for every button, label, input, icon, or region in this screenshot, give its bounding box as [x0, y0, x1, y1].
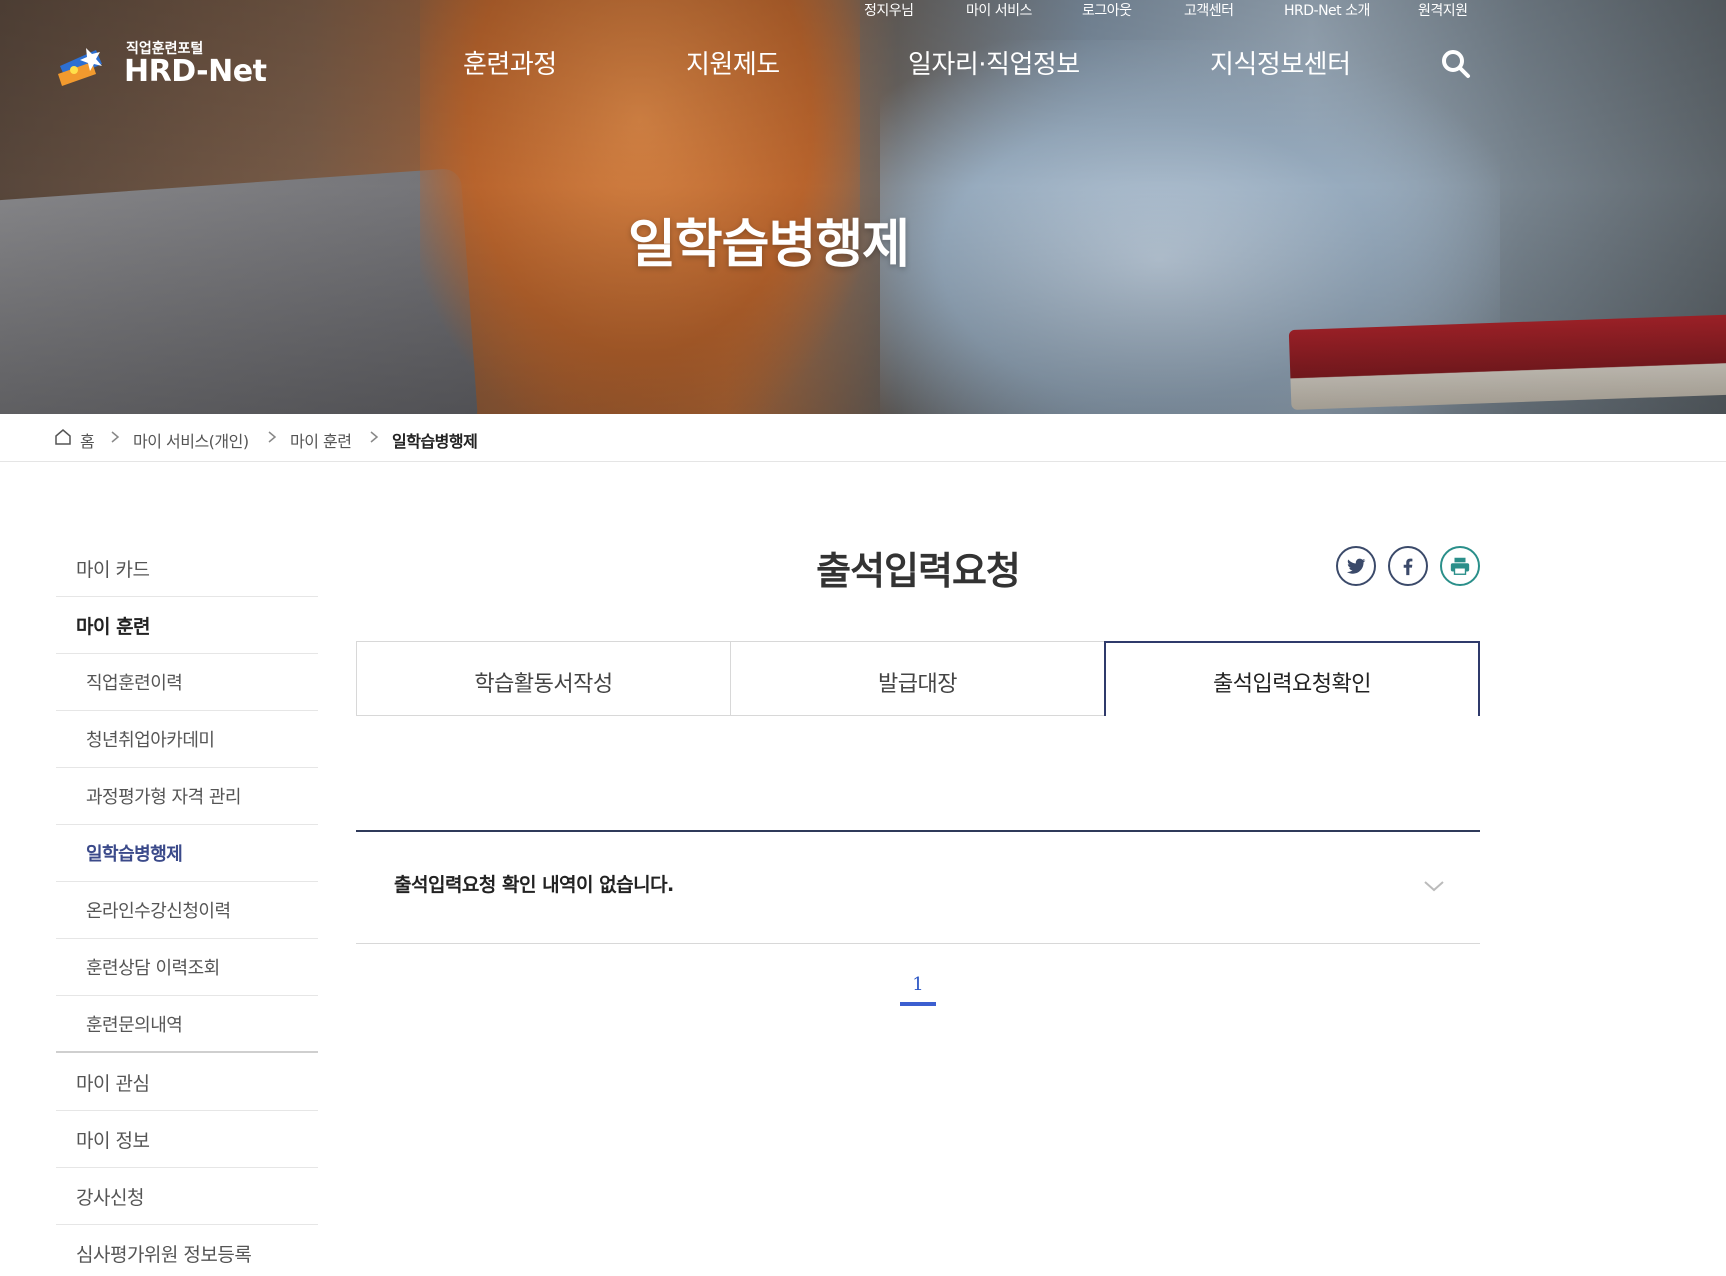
sidebar-item-online-enrollment[interactable]: 온라인수강신청이력 — [56, 882, 318, 939]
sidebar-item-my-card[interactable]: 마이 카드 — [56, 540, 318, 597]
tab-attendance-request-check[interactable]: 출석입력요청확인 — [1104, 641, 1480, 716]
tab-learning-activity[interactable]: 학습활동서작성 — [356, 641, 731, 716]
breadcrumb-my-service[interactable]: 마이 서비스(개인) — [133, 428, 249, 452]
breadcrumb: 홈 마이 서비스(개인) 마이 훈련 일학습병행제 — [0, 414, 1726, 462]
sidebar-item-training-history[interactable]: 직업훈련이력 — [56, 654, 318, 711]
chevron-right-icon — [370, 431, 379, 443]
pagination: 1 — [898, 974, 938, 1008]
print-icon — [1450, 557, 1470, 575]
sidebar-item-work-learning[interactable]: 일학습병행제 — [56, 825, 318, 882]
chevron-down-icon[interactable] — [1422, 878, 1446, 894]
facebook-share-button[interactable] — [1388, 546, 1428, 586]
utility-user-name[interactable]: 정지우님 — [864, 0, 914, 20]
sidebar-item-inquiry-history[interactable]: 훈련문의내역 — [56, 996, 318, 1053]
sidebar-item-consult-history[interactable]: 훈련상담 이력조회 — [56, 939, 318, 996]
gnb-job-info[interactable]: 일자리·직업정보 — [908, 44, 1080, 81]
utility-logout[interactable]: 로그아웃 — [1082, 0, 1132, 20]
utility-customer-center[interactable]: 고객센터 — [1184, 0, 1234, 20]
utility-remote-support[interactable]: 원격지원 — [1418, 0, 1468, 20]
breadcrumb-current: 일학습병행제 — [392, 432, 478, 451]
home-icon[interactable] — [54, 428, 72, 446]
gnb-training-courses[interactable]: 훈련과정 — [463, 44, 557, 81]
sidebar-item-my-interest[interactable]: 마이 관심 — [56, 1054, 318, 1111]
page-title: 출석입력요청 — [816, 549, 1021, 593]
logo-brand: HRD-Net — [124, 54, 267, 89]
chevron-right-icon — [111, 431, 120, 443]
print-button[interactable] — [1440, 546, 1480, 586]
hrdnet-logo-icon — [58, 48, 102, 86]
hero-banner: 정지우님 마이 서비스 로그아웃 고객센터 HRD-Net 소개 원격지원 직업… — [0, 0, 1726, 414]
hero-title: 일학습병행제 — [627, 215, 910, 275]
utility-nav: 정지우님 마이 서비스 로그아웃 고객센터 HRD-Net 소개 원격지원 — [826, 0, 1726, 20]
sidebar-item-evaluator-register[interactable]: 심사평가위원 정보등록 — [56, 1225, 318, 1276]
utility-my-service[interactable]: 마이 서비스 — [966, 0, 1032, 20]
breadcrumb-my-training[interactable]: 마이 훈련 — [290, 428, 352, 452]
sidebar-item-course-qualification[interactable]: 과정평가형 자격 관리 — [56, 768, 318, 825]
sidebar-item-my-training[interactable]: 마이 훈련 — [56, 597, 318, 654]
page-number-current[interactable]: 1 — [898, 974, 938, 995]
gnb-knowledge-center[interactable]: 지식정보센터 — [1210, 44, 1351, 81]
sidebar-item-my-info[interactable]: 마이 정보 — [56, 1111, 318, 1168]
search-icon[interactable] — [1440, 48, 1472, 80]
twitter-share-button[interactable] — [1336, 546, 1376, 586]
gnb-support-system[interactable]: 지원제도 — [686, 44, 780, 81]
hrdnet-logo[interactable]: 직업훈련포털 HRD-Net — [56, 38, 276, 94]
tab-bar: 학습활동서작성 발급대장 출석입력요청확인 — [356, 641, 1480, 716]
chevron-right-icon — [268, 431, 277, 443]
result-list: 출석입력요청 확인 내역이 없습니다. — [356, 830, 1480, 944]
current-page-indicator — [900, 1002, 936, 1006]
tab-issue-ledger[interactable]: 발급대장 — [730, 641, 1105, 716]
sidebar-item-youth-academy[interactable]: 청년취업아카데미 — [56, 711, 318, 768]
empty-result-message: 출석입력요청 확인 내역이 없습니다. — [394, 874, 674, 896]
facebook-icon — [1403, 558, 1413, 576]
sidebar-item-instructor-apply[interactable]: 강사신청 — [56, 1168, 318, 1225]
utility-about-hrdnet[interactable]: HRD-Net 소개 — [1284, 0, 1370, 20]
twitter-icon — [1346, 558, 1366, 574]
breadcrumb-home[interactable]: 홈 — [80, 428, 95, 452]
